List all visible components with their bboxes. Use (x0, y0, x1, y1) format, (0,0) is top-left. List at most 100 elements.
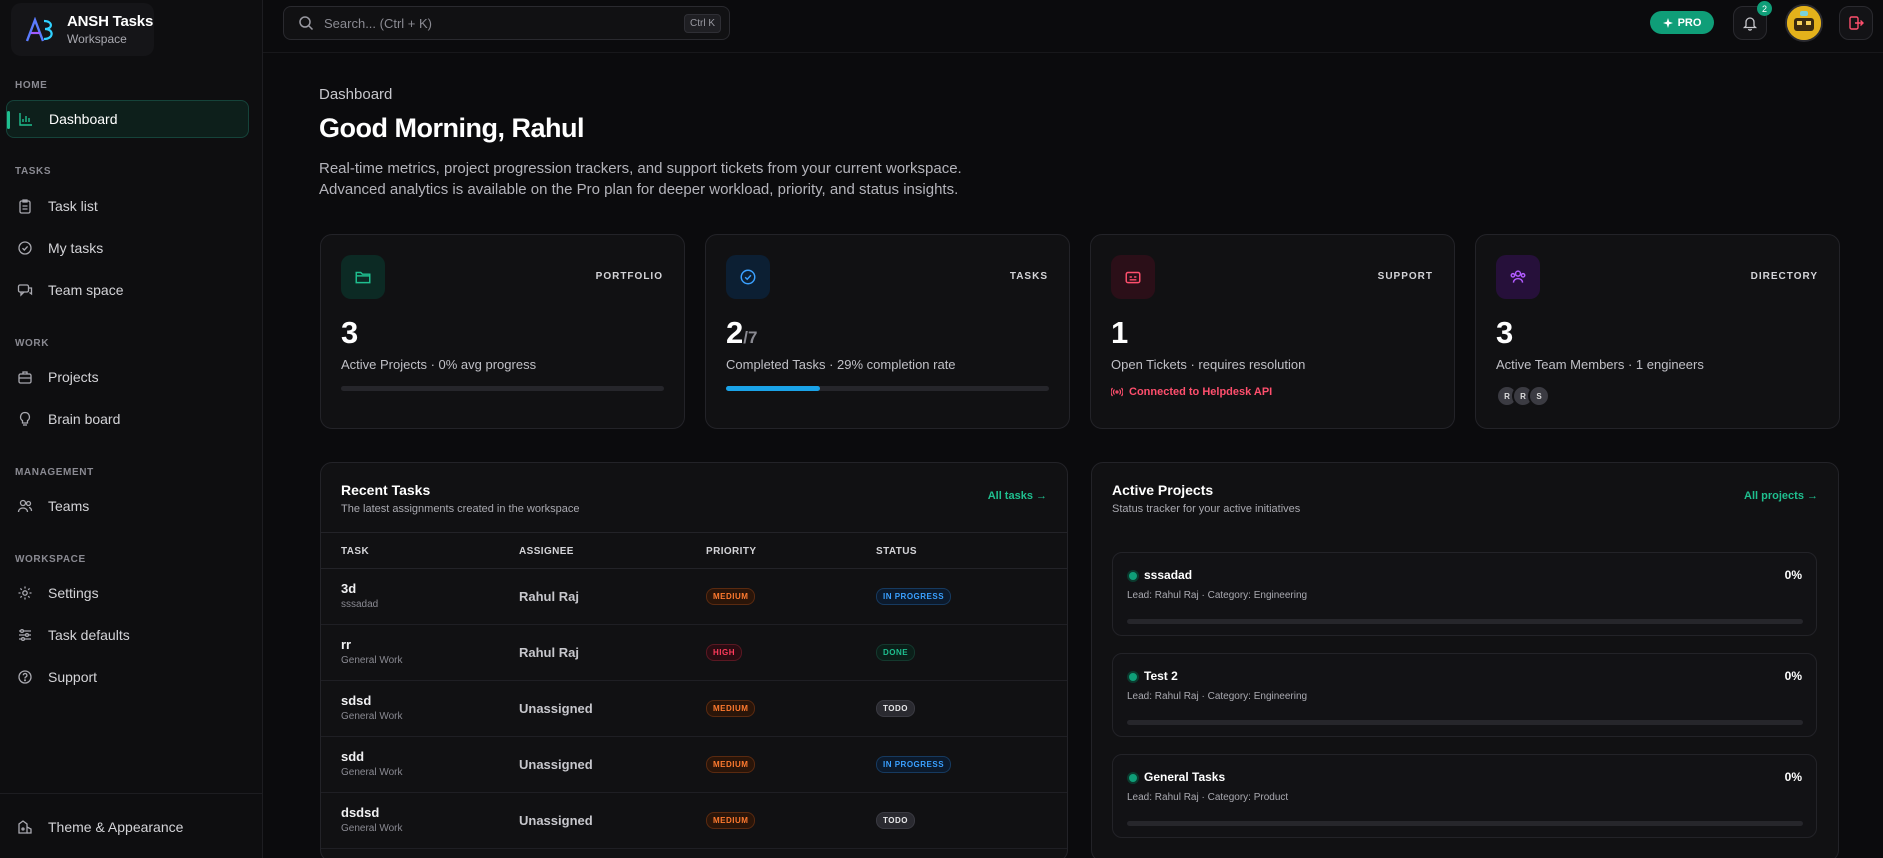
pro-button[interactable]: PRO (1650, 11, 1714, 34)
sidebar-item-label: Team space (48, 282, 124, 298)
task-project: sssadad (341, 599, 379, 610)
brand[interactable]: ANSH Tasks Workspace (11, 3, 154, 56)
all-projects-link[interactable]: All projects → (1744, 490, 1818, 502)
column-header[interactable]: PRIORITY (706, 546, 756, 557)
clipboard-icon (16, 197, 34, 215)
search-input[interactable] (324, 15, 664, 31)
sidebar-item-brain-board[interactable]: Brain board (6, 400, 249, 438)
task-project: General Work (341, 823, 403, 834)
task-project: General Work (341, 767, 403, 778)
sidebar-item-support[interactable]: Support (6, 658, 249, 696)
task-assignee: Rahul Raj (519, 645, 579, 660)
lightbulb-icon (16, 410, 34, 428)
sidebar-item-label: Task defaults (48, 627, 130, 643)
project-card[interactable]: sssadad Lead: Rahul Raj · Category: Engi… (1112, 552, 1817, 636)
stat-label: TASKS (1009, 271, 1048, 282)
table-header: TASK ASSIGNEE PRIORITY STATUS (321, 532, 1067, 569)
stat-card-portfolio[interactable]: PORTFOLIO 3 Active Projects · 0% avg pro… (320, 234, 685, 429)
table-row[interactable]: sdd General Work Unassigned MEDIUM IN PR… (321, 737, 1067, 793)
priority-badge: MEDIUM (706, 756, 756, 773)
project-card[interactable]: General Tasks Lead: Rahul Raj · Category… (1112, 754, 1817, 838)
panel-title: Active Projects (1112, 482, 1214, 498)
brand-name: ANSH Tasks (67, 13, 154, 30)
member-avatar[interactable]: S (1528, 385, 1550, 407)
sidebar-item-projects[interactable]: Projects (6, 358, 249, 396)
topbar: Ctrl K PRO 2 (263, 0, 1883, 53)
priority-badge: MEDIUM (706, 700, 756, 717)
ticket-icon (1111, 255, 1155, 299)
member-avatars: R R S (1496, 385, 1550, 407)
breadcrumb: Dashboard (319, 86, 393, 103)
check-circle-icon (16, 239, 34, 257)
sidebar-item-dashboard[interactable]: Dashboard (6, 100, 249, 138)
sidebar-item-label: Projects (48, 369, 99, 385)
status-badge: IN PROGRESS (876, 588, 952, 605)
search-icon (298, 15, 314, 31)
sidebar-item-settings[interactable]: Settings (6, 574, 249, 612)
stat-card-support[interactable]: SUPPORT 1 Open Tickets · requires resolu… (1090, 234, 1455, 429)
project-meta: Lead: Rahul Raj · Category: Engineering (1127, 691, 1308, 702)
link-label: All tasks (987, 490, 1033, 502)
table-row[interactable]: sdsd General Work Unassigned MEDIUM TODO (321, 681, 1067, 737)
sidebar-item-teams[interactable]: Teams (6, 487, 249, 525)
arrow-right-icon: → (1807, 490, 1818, 502)
table-row[interactable]: rr General Work Rahul Raj HIGH DONE (321, 625, 1067, 681)
project-progress-bar (1127, 821, 1803, 826)
brand-subtitle: Workspace (67, 32, 127, 46)
column-header[interactable]: STATUS (876, 546, 917, 557)
project-progress-value: 0% (1784, 669, 1802, 683)
sidebar-item-label: Dashboard (49, 111, 118, 127)
stat-card-tasks[interactable]: TASKS 2/7 Completed Tasks · 29% completi… (705, 234, 1070, 429)
sidebar-item-label: Theme & Appearance (48, 819, 184, 835)
chart-icon (17, 110, 35, 128)
project-progress-value: 0% (1784, 770, 1802, 784)
description-line: Advanced analytics is available on the P… (319, 181, 959, 198)
project-card[interactable]: Test 2 Lead: Rahul Raj · Category: Engin… (1112, 653, 1817, 737)
sidebar-item-my-tasks[interactable]: My tasks (6, 229, 249, 267)
progress-bar (341, 386, 664, 391)
project-meta: Lead: Rahul Raj · Category: Product (1127, 792, 1289, 803)
sidebar-item-task-defaults[interactable]: Task defaults (6, 616, 249, 654)
helpdesk-status: Connected to Helpdesk API (1111, 386, 1272, 398)
task-assignee: Unassigned (519, 757, 593, 772)
broadcast-icon (1111, 387, 1123, 397)
project-progress-bar (1127, 619, 1803, 624)
task-assignee: Unassigned (519, 701, 593, 716)
search-bar[interactable]: Ctrl K (283, 6, 730, 40)
nav-section-workspace: WORKSPACE (15, 554, 86, 565)
sidebar-item-theme[interactable]: Theme & Appearance (6, 808, 249, 846)
sidebar-item-team-space[interactable]: Team space (6, 271, 249, 309)
recent-tasks-panel: Recent Tasks The latest assignments crea… (320, 462, 1068, 858)
sidebar-item-task-list[interactable]: Task list (6, 187, 249, 225)
link-label: All projects (1744, 490, 1804, 502)
table-row[interactable]: 3d sssadad Rahul Raj MEDIUM IN PROGRESS (321, 569, 1067, 625)
stat-subtitle: Active Projects · 0% avg progress (341, 357, 537, 372)
task-project: General Work (341, 711, 403, 722)
priority-badge: HIGH (706, 644, 742, 661)
search-shortcut: Ctrl K (684, 14, 721, 33)
logout-button[interactable] (1839, 6, 1873, 40)
stat-subtitle: Open Tickets · requires resolution (1111, 357, 1306, 372)
column-header[interactable]: TASK (341, 546, 369, 557)
notifications-button[interactable]: 2 (1733, 1, 1772, 40)
all-tasks-link[interactable]: All tasks → (988, 490, 1047, 502)
team-icon (1496, 255, 1540, 299)
check-circle-icon (726, 255, 770, 299)
project-meta: Lead: Rahul Raj · Category: Engineering (1127, 590, 1308, 601)
gear-icon (16, 584, 34, 602)
stat-card-directory[interactable]: DIRECTORY 3 Active Team Members · 1 engi… (1475, 234, 1840, 429)
description-line: Real-time metrics, project progression t… (319, 160, 962, 177)
help-circle-icon (16, 668, 34, 686)
table-row[interactable]: dsdsd General Work Unassigned MEDIUM TOD… (321, 793, 1067, 849)
sidebar-item-label: Task list (48, 198, 98, 214)
progress-fill (726, 386, 820, 391)
stat-subtitle: Active Team Members · 1 engineers (1496, 357, 1704, 372)
task-project: General Work (341, 655, 403, 666)
notification-count-badge: 2 (1757, 1, 1772, 16)
active-projects-panel: Active Projects Status tracker for your … (1091, 462, 1839, 858)
sidebar: ANSH Tasks Workspace HOME Dashboard TASK… (0, 0, 263, 858)
nav-section-tasks: TASKS (15, 166, 52, 177)
user-avatar[interactable] (1785, 4, 1823, 42)
column-header[interactable]: ASSIGNEE (519, 546, 574, 557)
sidebar-item-label: Brain board (48, 411, 121, 427)
